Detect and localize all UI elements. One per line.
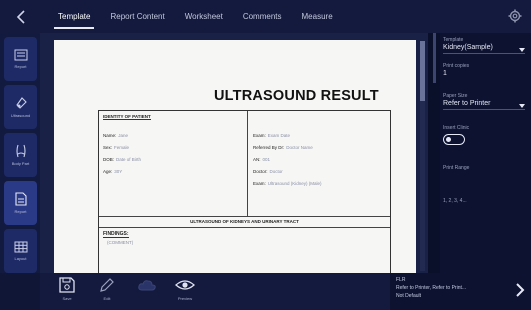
transducer-icon <box>15 97 27 109</box>
report-title: ULTRASOUND RESULT <box>214 88 379 104</box>
printer-info-title: FLR <box>396 277 406 283</box>
preview-label: Preview <box>177 296 193 301</box>
tab-template[interactable]: Template <box>48 0 100 33</box>
print-copies-label: Print copies <box>443 63 470 69</box>
row-divider <box>99 227 390 228</box>
eye-icon <box>175 280 195 290</box>
toggle-knob <box>446 136 451 142</box>
rail-label: Layout <box>14 256 27 261</box>
template-select[interactable]: Kidney(Sample) <box>443 44 525 54</box>
rail-label: Body Part <box>11 161 30 166</box>
body-part-icon <box>15 144 26 158</box>
edit-label: Edit <box>103 296 111 301</box>
left-rail: Report Ultrasound Body Part Report Layou… <box>0 33 40 273</box>
rail-label: Report <box>14 209 27 214</box>
print-range-setting: Print Range <box>443 165 525 171</box>
printer-info-status: Not Default <box>396 293 422 299</box>
patient-section-heading: IDENTITY OF PATIENT <box>103 114 151 120</box>
paper-size-label: Paper Size <box>443 93 468 99</box>
save-button[interactable]: Save <box>52 276 82 308</box>
rail-label: Report <box>14 64 27 69</box>
rail-item-ultrasound[interactable]: Ultrasound <box>4 85 37 129</box>
tab-measure[interactable]: Measure <box>292 0 343 33</box>
panel-scroll-indicator[interactable] <box>433 33 436 83</box>
top-bar: Template Report Content Worksheet Commen… <box>0 0 531 33</box>
patient-info-table: IDENTITY OF PATIENT Name: Jane Sex: Female… <box>98 110 391 273</box>
printer-info-line: Refer to Printer, Refer to Print... <box>396 285 467 291</box>
save-label: Save <box>62 296 72 301</box>
rail-item-document[interactable]: Report <box>4 181 37 225</box>
tab-worksheet[interactable]: Worksheet <box>175 0 233 33</box>
document-scrollbar[interactable] <box>420 41 425 271</box>
print-range-label: Print Range <box>443 165 470 171</box>
print-range-value[interactable]: 1, 2, 3, 4... <box>443 198 525 204</box>
template-label: Template <box>443 37 464 43</box>
save-icon <box>59 277 75 293</box>
tab-comments[interactable]: Comments <box>233 0 292 33</box>
tab-report-content[interactable]: Report Content <box>100 0 174 33</box>
edit-button[interactable]: Edit <box>92 276 122 308</box>
chevron-left-icon <box>16 10 25 24</box>
insert-clinic-setting: Insert Clinic <box>443 125 525 145</box>
preview-button[interactable]: Preview <box>170 276 200 308</box>
caret-down-icon <box>519 48 525 52</box>
field-name: Name: Jane <box>103 133 129 138</box>
findings-value: (COMMENT) <box>107 240 134 245</box>
exam-section-heading: ULTRASOUND OF KIDNEYS AND URINARY TRACT <box>190 219 299 224</box>
rail-item-report[interactable]: Report <box>4 37 37 81</box>
printer-info[interactable]: FLR Refer to Printer, Refer to Print... … <box>390 273 531 310</box>
template-setting: Template Kidney(Sample) <box>443 37 525 54</box>
print-settings-panel: Template Kidney(Sample) Print copies 1 P… <box>428 33 531 273</box>
field-an: AN: 001 <box>253 157 271 162</box>
column-divider <box>247 111 248 216</box>
rail-item-layout[interactable]: Layout <box>4 229 37 273</box>
scrollbar-thumb[interactable] <box>420 41 425 101</box>
bottom-toolbar: Save Edit Preview FLR Refer to Printer, … <box>40 273 531 310</box>
insert-clinic-label: Insert Clinic <box>443 125 470 131</box>
print-range-value-row: 1, 2, 3, 4... <box>443 198 525 204</box>
findings-label: FINDINGS: <box>103 231 129 238</box>
cloud-icon <box>138 280 156 291</box>
caret-down-icon <box>519 104 525 108</box>
document-preview-area: ULTRASOUND RESULT IDENTITY OF PATIENT Na… <box>40 33 428 273</box>
gear-icon <box>508 9 522 23</box>
pen-icon <box>100 278 114 292</box>
report-page[interactable]: ULTRASOUND RESULT IDENTITY OF PATIENT Na… <box>54 40 416 273</box>
tab-bar: Template Report Content Worksheet Commen… <box>48 0 343 33</box>
field-exam-date: Exam: Exam Date <box>253 133 291 138</box>
report-icon <box>14 49 27 61</box>
paper-size-setting: Paper Size Refer to Printer <box>443 93 525 110</box>
paper-size-select[interactable]: Refer to Printer <box>443 100 525 110</box>
insert-clinic-toggle[interactable] <box>443 134 465 145</box>
field-dob: DOB: Date of Birth <box>103 157 142 162</box>
field-exam: Exam: Ultrasound (Kidney) (Male) <box>253 181 322 186</box>
rail-label: Ultrasound <box>10 113 31 118</box>
print-copies-setting: Print copies 1 <box>443 63 525 77</box>
print-copies-input[interactable]: 1 <box>443 70 525 77</box>
rail-item-body-part[interactable]: Body Part <box>4 133 37 177</box>
back-button[interactable] <box>4 4 38 30</box>
field-sex: Sex: Female <box>103 145 130 150</box>
chevron-right-icon[interactable] <box>515 283 525 297</box>
field-age: Age: 30Y <box>103 169 123 174</box>
field-doctor: Doctor: Doctor <box>253 169 283 174</box>
document-icon <box>14 192 27 206</box>
grid-icon <box>14 241 27 253</box>
field-referred-by: Referred By Dr: Doctor Name <box>253 145 313 150</box>
settings-button[interactable] <box>505 6 525 26</box>
cloud-button[interactable] <box>132 276 162 308</box>
